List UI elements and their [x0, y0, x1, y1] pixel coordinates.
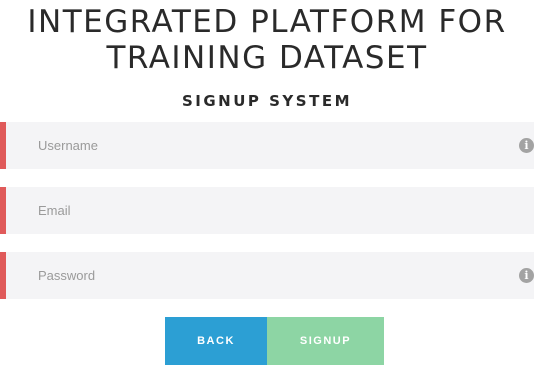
username-input[interactable]	[38, 122, 498, 169]
email-field-row	[0, 187, 534, 234]
email-field-accent-bar	[0, 187, 6, 234]
password-field-accent-bar	[0, 252, 6, 299]
username-field-row: i	[0, 122, 534, 169]
password-input[interactable]	[38, 252, 498, 299]
username-field-accent-bar	[0, 122, 6, 169]
signup-button[interactable]: SIGNUP	[267, 317, 384, 365]
info-icon[interactable]: i	[519, 138, 534, 153]
page-title-line-2: TRAINING DATASET	[106, 40, 428, 76]
back-button[interactable]: BACK	[165, 317, 267, 365]
page-title: INTEGRATED PLATFORM FOR TRAINING DATASET	[0, 4, 534, 76]
password-field-row: i	[0, 252, 534, 299]
email-input[interactable]	[38, 187, 498, 234]
info-icon[interactable]: i	[519, 268, 534, 283]
page-subtitle: SIGNUP SYSTEM	[181, 92, 353, 110]
page-title-line-1: INTEGRATED PLATFORM FOR	[27, 4, 507, 40]
